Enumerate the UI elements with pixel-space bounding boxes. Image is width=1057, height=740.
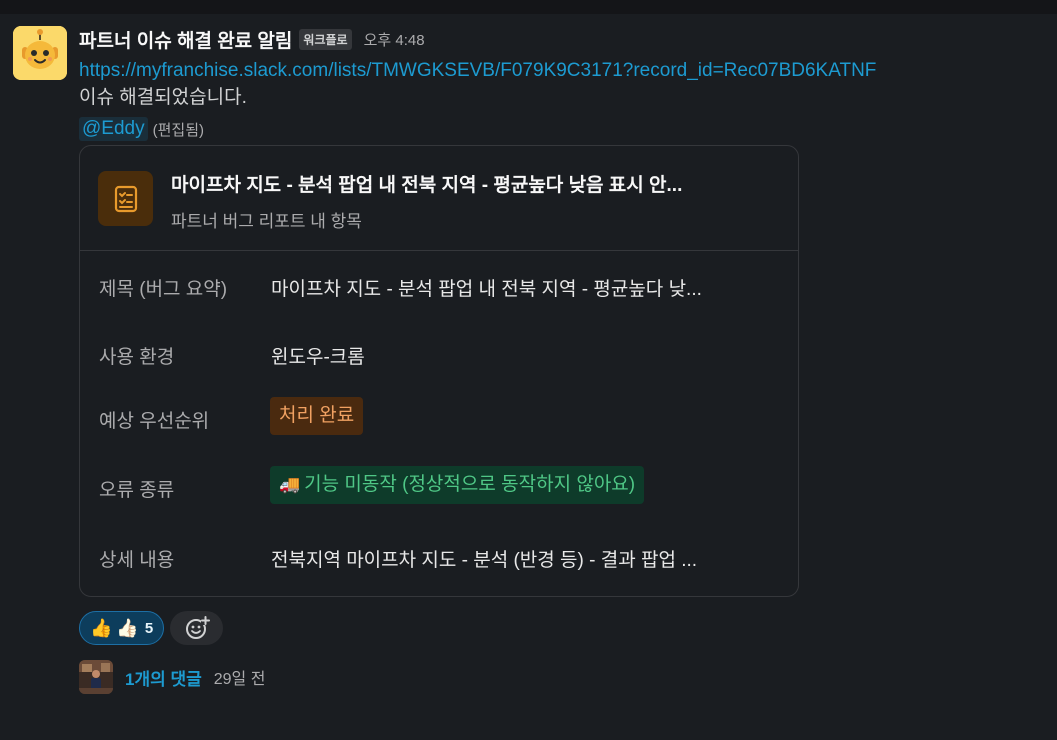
reply-count-link[interactable]: 1개의 댓글 xyxy=(125,665,202,690)
card-header[interactable]: 마이프차 지도 - 분석 팝업 내 전북 지역 - 평균높다 낮음 표시 안..… xyxy=(80,146,798,251)
error-type-text: 기능 미동작 (정상적으로 동작하지 않아요) xyxy=(304,474,636,495)
field-label: 사용 환경 xyxy=(99,347,175,368)
message-header: 파트너 이슈 해결 완료 알림 워크플로 오후 4:48 xyxy=(79,26,1049,52)
user-mention[interactable]: @Eddy xyxy=(79,117,148,141)
field-environment: 사용 환경 윈도우-크롬 xyxy=(80,334,798,374)
thumbs-up-icon: 👍 xyxy=(90,617,113,638)
reactions-bar: 👍 👍🏻 5 xyxy=(79,610,224,646)
field-details: 상세 내용 전북지역 마이프차 지도 - 분석 (반경 등) - 결과 팝업 .… xyxy=(80,537,798,577)
message-timestamp[interactable]: 오후 4:48 xyxy=(364,29,425,50)
checklist-icon xyxy=(98,171,153,226)
field-value: 마이프차 지도 - 분석 팝업 내 전북 지역 - 평균높다 낮... xyxy=(271,279,702,300)
thumbs-up-reaction[interactable]: 👍 👍🏻 5 xyxy=(79,611,165,645)
field-label: 제목 (버그 요약) xyxy=(99,279,228,300)
sender-name[interactable]: 파트너 이슈 해결 완료 알림 xyxy=(79,26,292,53)
workflow-badge: 워크플로 xyxy=(299,28,352,50)
reaction-count: 5 xyxy=(144,619,154,637)
bot-avatar[interactable] xyxy=(13,26,67,80)
slack-channel-view: 파트너 이슈 해결 완료 알림 워크플로 오후 4:48 https://myf… xyxy=(0,0,1057,740)
priority-tag: 처리 완료 xyxy=(270,397,364,435)
field-error-type: 오류 종류 🚚 기능 미동작 (정상적으로 동작하지 않아요) xyxy=(80,465,798,505)
error-type-tag: 🚚 기능 미동작 (정상적으로 동작하지 않아요) xyxy=(270,466,645,504)
field-value: 윈도우-크롬 xyxy=(271,347,365,368)
field-priority: 예상 우선순위 처리 완료 xyxy=(80,396,798,436)
record-link[interactable]: https://myfranchise.slack.com/lists/TMWG… xyxy=(79,58,1049,84)
truck-icon: 🚚 xyxy=(279,475,301,494)
edited-label: (편집됨) xyxy=(152,121,204,139)
add-reaction-button[interactable] xyxy=(170,611,224,645)
replier-avatar[interactable] xyxy=(79,660,113,694)
add-reaction-icon xyxy=(185,616,210,639)
field-bug-summary: 제목 (버그 요약) 마이프차 지도 - 분석 팝업 내 전북 지역 - 평균높… xyxy=(80,266,798,306)
thread-summary[interactable]: 1개의 댓글 29일 전 xyxy=(79,660,265,694)
card-title[interactable]: 마이프차 지도 - 분석 팝업 내 전북 지역 - 평균높다 낮음 표시 안..… xyxy=(171,170,771,197)
card-subtitle: 파트너 버그 리포트 내 항목 xyxy=(171,212,362,231)
thumbs-up-light-icon: 👍🏻 xyxy=(116,617,139,638)
field-label: 오류 종류 xyxy=(99,480,175,501)
last-reply-time: 29일 전 xyxy=(213,671,266,688)
field-value: 전북지역 마이프차 지도 - 분석 (반경 등) - 결과 팝업 ... xyxy=(271,550,698,571)
field-label: 예상 우선순위 xyxy=(99,411,210,432)
field-label: 상세 내용 xyxy=(99,550,175,571)
mention-line: @Eddy (편집됨) xyxy=(79,115,1049,143)
message-content: 파트너 이슈 해결 완료 알림 워크플로 오후 4:48 https://myf… xyxy=(79,26,1049,143)
message-text: 이슈 해결되었습니다. xyxy=(79,87,247,108)
top-divider xyxy=(0,0,1057,14)
list-record-card[interactable]: 마이프차 지도 - 분석 팝업 내 전북 지역 - 평균높다 낮음 표시 안..… xyxy=(79,145,799,597)
robot-icon xyxy=(13,26,67,80)
